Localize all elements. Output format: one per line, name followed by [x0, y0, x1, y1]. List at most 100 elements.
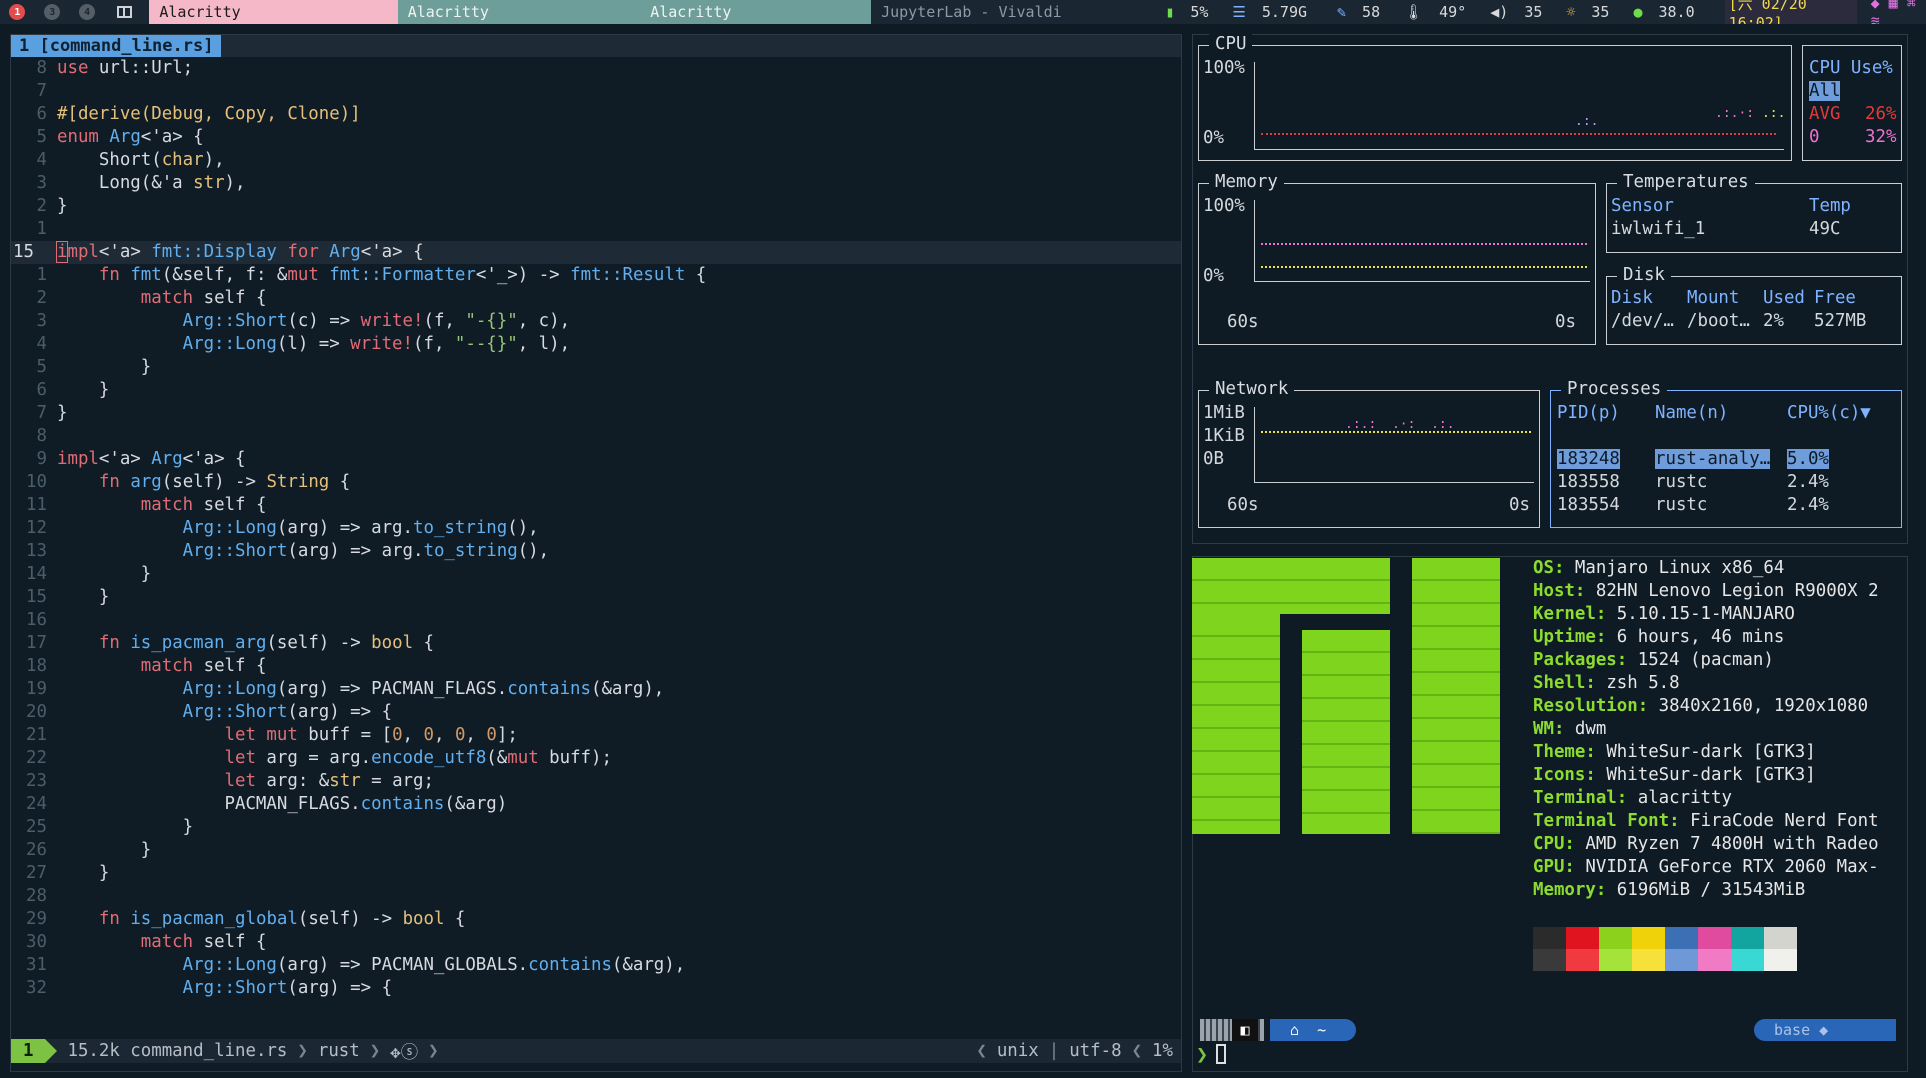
proc-row-name[interactable]: rust-analy…	[1655, 449, 1771, 469]
proc-row-cpu[interactable]: 2.4%	[1787, 495, 1829, 515]
cpu-avg-line	[1261, 133, 1776, 135]
temp-col-sensor: Sensor	[1611, 196, 1674, 216]
window-tab-jupyterlab[interactable]: JupyterLab - Vivaldi	[871, 0, 1122, 24]
proc-row-name[interactable]: rustc	[1655, 495, 1707, 515]
cpu-legend-core: 0	[1809, 127, 1820, 147]
thermometer-icon: 🌡	[1404, 3, 1424, 21]
file-encoding: utf-8	[1069, 1041, 1122, 1061]
proc-col-pid[interactable]: PID(p)	[1557, 403, 1620, 423]
temperatures-widget: Temperatures Sensor Temp iwlwifi_1 49C	[1606, 172, 1902, 253]
mem-status: ☰ 5.79G	[1232, 3, 1308, 21]
color-swatch	[1599, 927, 1632, 949]
code-view[interactable]: 8 use url::Url; 7 6 #[derive(Debug, Copy, …	[11, 57, 1181, 1000]
nf-theme: Theme: WhiteSur-dark [GTK3]	[1533, 742, 1816, 762]
cpu-legend-core-value: 32%	[1865, 127, 1897, 147]
memory-x-left: 60s	[1227, 312, 1259, 332]
nf-gpu: GPU: NVIDIA GeForce RTX 2060 Max-	[1533, 857, 1879, 877]
color-swatch	[1599, 949, 1632, 971]
disk-cell-free: 527MB	[1814, 311, 1867, 331]
code-line: 14 }	[26, 564, 152, 584]
code-line: 3 Arg::Short(c) => write!(f, "-{}", c),	[36, 311, 571, 331]
prompt-dir-segment: ⌂ ~	[1270, 1019, 1356, 1041]
nf-uptime: Uptime: 6 hours, 46 mins	[1533, 627, 1785, 647]
conda-env-segment: base ◆	[1754, 1019, 1896, 1041]
network-graph: .:.: .·: .:.	[1254, 407, 1534, 483]
nf-host: Host: 82HN Lenovo Legion R9000X 2	[1533, 581, 1879, 601]
window-tab-alacritty-3[interactable]: Alacritty	[640, 0, 872, 24]
file-info: 15.2k command_line.rs	[67, 1041, 288, 1061]
widget-title: CPU	[1209, 34, 1253, 54]
nf-packages: Packages: 1524 (pacman)	[1533, 650, 1774, 670]
manjaro-icon: ◧	[1232, 1019, 1258, 1041]
proc-row-name[interactable]: rustc	[1655, 472, 1707, 492]
disk-col-free: Free	[1814, 288, 1856, 308]
code-line: 12 Arg::Long(arg) => arg.to_string(),	[26, 518, 539, 538]
code-line: 13 Arg::Short(arg) => arg.to_string(),	[26, 541, 550, 561]
code-line: 17 fn is_pacman_arg(self) -> bool {	[26, 633, 434, 653]
proc-row-cpu[interactable]: 5.0%	[1787, 449, 1829, 469]
nf-wm: WM: dwm	[1533, 719, 1607, 739]
network-x-right: 0s	[1509, 495, 1530, 515]
cpu-legend-all[interactable]: All	[1809, 81, 1841, 101]
tag-1[interactable]: 1	[0, 0, 35, 24]
processes-widget: Processes PID(p) Name(n) CPU%(c)▼ 183248…	[1550, 379, 1902, 528]
disk-cell-mount: /boot…	[1687, 311, 1750, 331]
datetime: [六 02/20 16:02]	[1724, 0, 1857, 24]
memory-widget: Memory 100% 0% 60s 0s	[1198, 172, 1596, 345]
cpu-legend-title: CPU Use%	[1809, 58, 1893, 78]
disk-cell-used: 2%	[1763, 311, 1784, 331]
battery-icon: ●	[1633, 3, 1643, 21]
proc-row-pid[interactable]: 183248	[1557, 449, 1620, 469]
proc-col-name[interactable]: Name(n)	[1655, 403, 1728, 423]
tag-3[interactable]: 3	[35, 0, 70, 24]
color-swatch	[1632, 927, 1665, 949]
code-line: 8 use url::Url;	[36, 58, 194, 78]
code-line: 11 match self {	[26, 495, 267, 515]
nf-kernel: Kernel: 5.10.15-1-MANJARO	[1533, 604, 1795, 624]
separator: ❯	[369, 1041, 381, 1061]
home-icon: ⌂	[1290, 1021, 1300, 1039]
proc-row-pid[interactable]: 183558	[1557, 472, 1620, 492]
separator: |	[1048, 1041, 1060, 1061]
nf-memory: Memory: 6196MiB / 31543MiB	[1533, 880, 1806, 900]
git-icon: ✥ⓢ	[390, 1042, 419, 1063]
cpu-icon: ▮	[1165, 3, 1175, 21]
network-widget: Network 1MiB 1KiB 0B .:.: .·: .:. 60s 0s	[1198, 379, 1540, 528]
nf-terminal-font: Terminal Font: FiraCode Nerd Font	[1533, 811, 1879, 831]
code-line: 31 Arg::Long(arg) => PACMAN_GLOBALS.cont…	[26, 955, 686, 975]
color-swatch	[1566, 927, 1599, 949]
layout-icon[interactable]	[105, 0, 144, 24]
network-y2: 1KiB	[1203, 426, 1245, 446]
code-line: 29 fn is_pacman_global(self) -> bool {	[26, 909, 466, 929]
memory-ram-line	[1261, 243, 1587, 245]
code-line: 2 match self {	[36, 288, 267, 308]
code-line: 30 match self {	[26, 932, 267, 952]
cpu-graph: .:. .:.·: .:.	[1254, 62, 1785, 150]
volume-status: ◀) 35	[1490, 3, 1543, 21]
memory-swap-line	[1261, 266, 1587, 268]
proc-row-pid[interactable]: 183554	[1557, 495, 1620, 515]
color-swatch	[1698, 949, 1731, 971]
code-line: 1	[36, 219, 47, 239]
color-swatch	[1764, 927, 1797, 949]
separator: ❯	[297, 1041, 308, 1061]
window-tab-alacritty-1[interactable]: Alacritty	[149, 0, 398, 24]
scroll-percent: 1%	[1152, 1041, 1173, 1061]
cpu-legend-avg-value: 26%	[1865, 104, 1897, 124]
buffer-tab[interactable]: 1 [command_line.rs]	[11, 35, 222, 57]
tag-4[interactable]: 4	[70, 0, 105, 24]
code-line: 9 impl<'a> Arg<'a> {	[36, 449, 246, 469]
speaker-icon: ◀)	[1490, 3, 1509, 21]
code-line: 7	[36, 81, 47, 101]
terminal-cursor[interactable]	[1216, 1044, 1226, 1064]
nf-icons: Icons: WhiteSur-dark [GTK3]	[1533, 765, 1816, 785]
window-tab-alacritty-2[interactable]: Alacritty	[397, 0, 641, 24]
code-line: 7}	[36, 403, 68, 423]
proc-col-cpu[interactable]: CPU%(c)▼	[1787, 403, 1871, 423]
filetype: rust	[317, 1041, 360, 1061]
code-line: 3 Long(&'a str),	[36, 173, 246, 193]
manjaro-logo	[1192, 558, 1502, 834]
editor-pane[interactable]: 1 [command_line.rs] 8 use url::Url; 7 6 #[…	[10, 34, 1182, 1072]
proc-row-cpu[interactable]: 2.4%	[1787, 472, 1829, 492]
nf-cpu: CPU: AMD Ryzen 7 4800H with Radeo	[1533, 834, 1879, 854]
